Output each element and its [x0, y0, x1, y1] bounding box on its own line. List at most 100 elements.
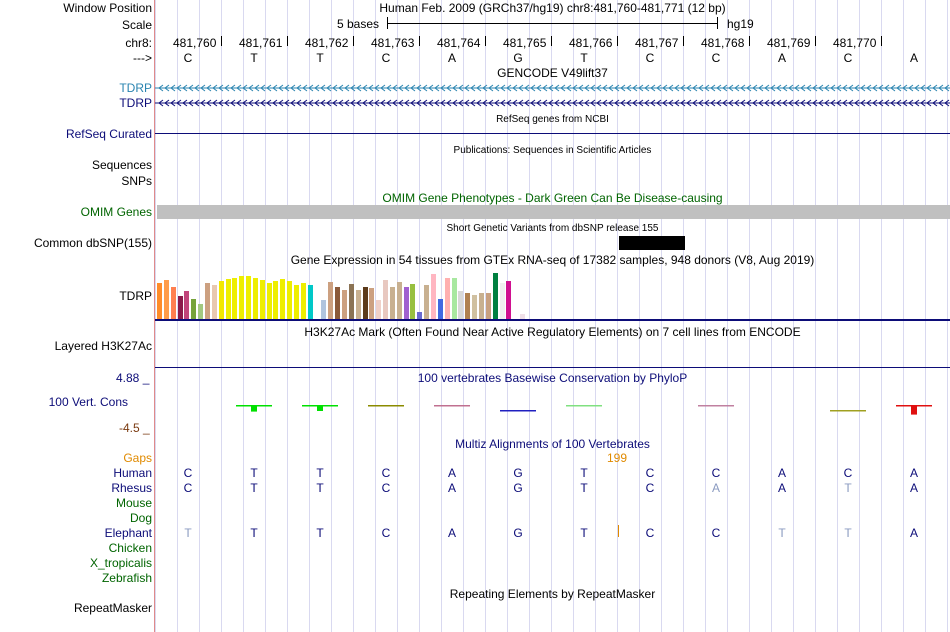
- gtex-tissue-bar[interactable]: [383, 280, 389, 319]
- alignment-base: C: [645, 526, 655, 540]
- gtex-tissue-bar[interactable]: [396, 282, 402, 319]
- gtex-tissue-bar[interactable]: [218, 281, 224, 319]
- gtex-tissue-bar[interactable]: [177, 296, 183, 319]
- gtex-tissue-bar[interactable]: [485, 293, 491, 319]
- gtex-tissue-bar[interactable]: [465, 293, 471, 319]
- ruler-base: T: [580, 51, 588, 65]
- gtex-tissue-bar[interactable]: [403, 287, 409, 319]
- species-label[interactable]: Dog: [130, 511, 152, 525]
- gencode-gene-label-2[interactable]: TDRP: [119, 96, 152, 110]
- gtex-tissue-bar[interactable]: [259, 280, 265, 319]
- gtex-tissue-bar[interactable]: [506, 281, 512, 319]
- scale-bar-right-tick: [717, 17, 718, 29]
- gtex-tissue-bar[interactable]: [417, 312, 423, 319]
- gencode-gene-1[interactable]: [155, 81, 950, 95]
- dbsnp-label[interactable]: Common dbSNP(155): [34, 236, 152, 250]
- gtex-tissue-bar[interactable]: [458, 291, 464, 319]
- gtex-tissue-bar[interactable]: [424, 285, 430, 319]
- gtex-tissue-bar[interactable]: [348, 284, 354, 319]
- gtex-tissue-bar[interactable]: [328, 282, 334, 319]
- gtex-tissue-bar[interactable]: [287, 281, 293, 319]
- gtex-tissue-bar[interactable]: [389, 287, 395, 319]
- gtex-tissue-bar[interactable]: [300, 283, 306, 319]
- gtex-tissue-bar[interactable]: [280, 279, 286, 319]
- scale-text: 5 bases: [337, 17, 380, 31]
- gtex-tissue-bar[interactable]: [341, 290, 347, 319]
- gtex-tissue-bar[interactable]: [225, 279, 231, 319]
- gtex-tissue-bar[interactable]: [294, 285, 299, 319]
- species-label[interactable]: X_tropicalis: [90, 556, 152, 570]
- gtex-tissue-bar[interactable]: [266, 283, 272, 319]
- phylop-label[interactable]: 100 Vert. Cons: [49, 395, 128, 409]
- species-label[interactable]: Elephant: [105, 526, 152, 540]
- species-label[interactable]: Mouse: [116, 496, 152, 510]
- gtex-tissue-bar[interactable]: [492, 273, 498, 319]
- gtex-tissue-bar[interactable]: [239, 276, 245, 319]
- gtex-tissue-bar[interactable]: [191, 299, 197, 319]
- gencode-gene-2[interactable]: [155, 96, 950, 110]
- snps-label[interactable]: SNPs: [121, 174, 152, 188]
- sequences-label[interactable]: Sequences: [92, 158, 152, 172]
- alignment-base: A: [711, 481, 720, 495]
- gtex-tissue-bar[interactable]: [431, 274, 436, 319]
- gtex-tissue-bar[interactable]: [335, 287, 341, 319]
- dbsnp-variant-block[interactable]: [619, 236, 685, 250]
- gtex-tissue-bar[interactable]: [307, 285, 313, 319]
- gencode-gene-label-1[interactable]: TDRP: [119, 81, 152, 95]
- gtex-tissue-bar[interactable]: [170, 287, 176, 319]
- gtex-tissue-bar[interactable]: [499, 283, 505, 319]
- ruler-tick: [749, 36, 750, 46]
- alignment-base: C: [381, 481, 391, 495]
- gtex-tissue-bar[interactable]: [321, 300, 327, 319]
- h3k27ac-label[interactable]: Layered H3K27Ac: [55, 339, 152, 353]
- gtex-tissue-bar[interactable]: [252, 278, 258, 319]
- refseq-label[interactable]: RefSeq Curated: [66, 127, 152, 141]
- species-label[interactable]: Chicken: [109, 541, 152, 555]
- ruler-base: A: [447, 51, 456, 65]
- gtex-tissue-bar[interactable]: [273, 281, 279, 319]
- gtex-tissue-bar[interactable]: [362, 287, 368, 319]
- species-label[interactable]: Zebrafish: [102, 571, 152, 585]
- repeat-label[interactable]: RepeatMasker: [74, 601, 152, 615]
- phylop-plot[interactable]: [155, 392, 950, 422]
- alignment-base: C: [183, 466, 193, 480]
- alignment-base: C: [645, 466, 655, 480]
- species-label[interactable]: Human: [113, 466, 152, 480]
- alignment-base: A: [909, 526, 918, 540]
- gtex-tissue-bar[interactable]: [184, 291, 190, 319]
- omim-label[interactable]: OMIM Genes: [81, 205, 152, 219]
- alignment-base: T: [844, 526, 852, 540]
- gtex-tissue-bar[interactable]: [211, 285, 217, 319]
- ruler-position-label: 481,761: [239, 36, 283, 50]
- gap-label[interactable]: Gaps: [123, 451, 152, 465]
- ruler-tick: [683, 36, 684, 46]
- gtex-tissue-bar[interactable]: [437, 299, 443, 319]
- gtex-tissue-bar[interactable]: [410, 284, 416, 319]
- ruler-tick: [617, 36, 618, 46]
- gtex-tissue-bar[interactable]: [472, 295, 478, 319]
- gtex-tissue-bar[interactable]: [198, 304, 204, 319]
- gtex-tissue-bar[interactable]: [232, 278, 238, 319]
- species-label[interactable]: Rhesus: [111, 481, 152, 495]
- refseq-gene-line[interactable]: [155, 133, 950, 134]
- window-position-value: Human Feb. 2009 (GRCh37/hg19) chr8:481,7…: [379, 1, 726, 15]
- gtex-tissue-bar[interactable]: [478, 293, 484, 319]
- gtex-tissue-bar[interactable]: [204, 283, 210, 319]
- gtex-tissue-bar[interactable]: [163, 280, 169, 319]
- omim-gene-bar[interactable]: [157, 205, 950, 219]
- gtex-tissue-bar[interactable]: [355, 290, 361, 319]
- alignment-base: T: [250, 481, 258, 495]
- gtex-tissue-bar[interactable]: [444, 278, 450, 319]
- strand-arrow: --->: [133, 51, 152, 65]
- gtex-tissue-bar[interactable]: [157, 283, 162, 319]
- gtex-gene-label[interactable]: TDRP: [119, 289, 152, 303]
- phylop-track-title: 100 vertebrates Basewise Conservation by…: [417, 371, 688, 385]
- phylop-min-label: -4.5 _: [119, 421, 150, 435]
- gtex-tissue-bar[interactable]: [369, 288, 375, 319]
- gtex-tissue-bar[interactable]: [246, 276, 252, 319]
- gtex-tissue-bar[interactable]: [376, 300, 382, 319]
- gtex-expression-bars[interactable]: [155, 268, 535, 319]
- alignment-base: T: [580, 466, 588, 480]
- gtex-tissue-bar[interactable]: [451, 278, 457, 319]
- alignment-base: C: [711, 466, 721, 480]
